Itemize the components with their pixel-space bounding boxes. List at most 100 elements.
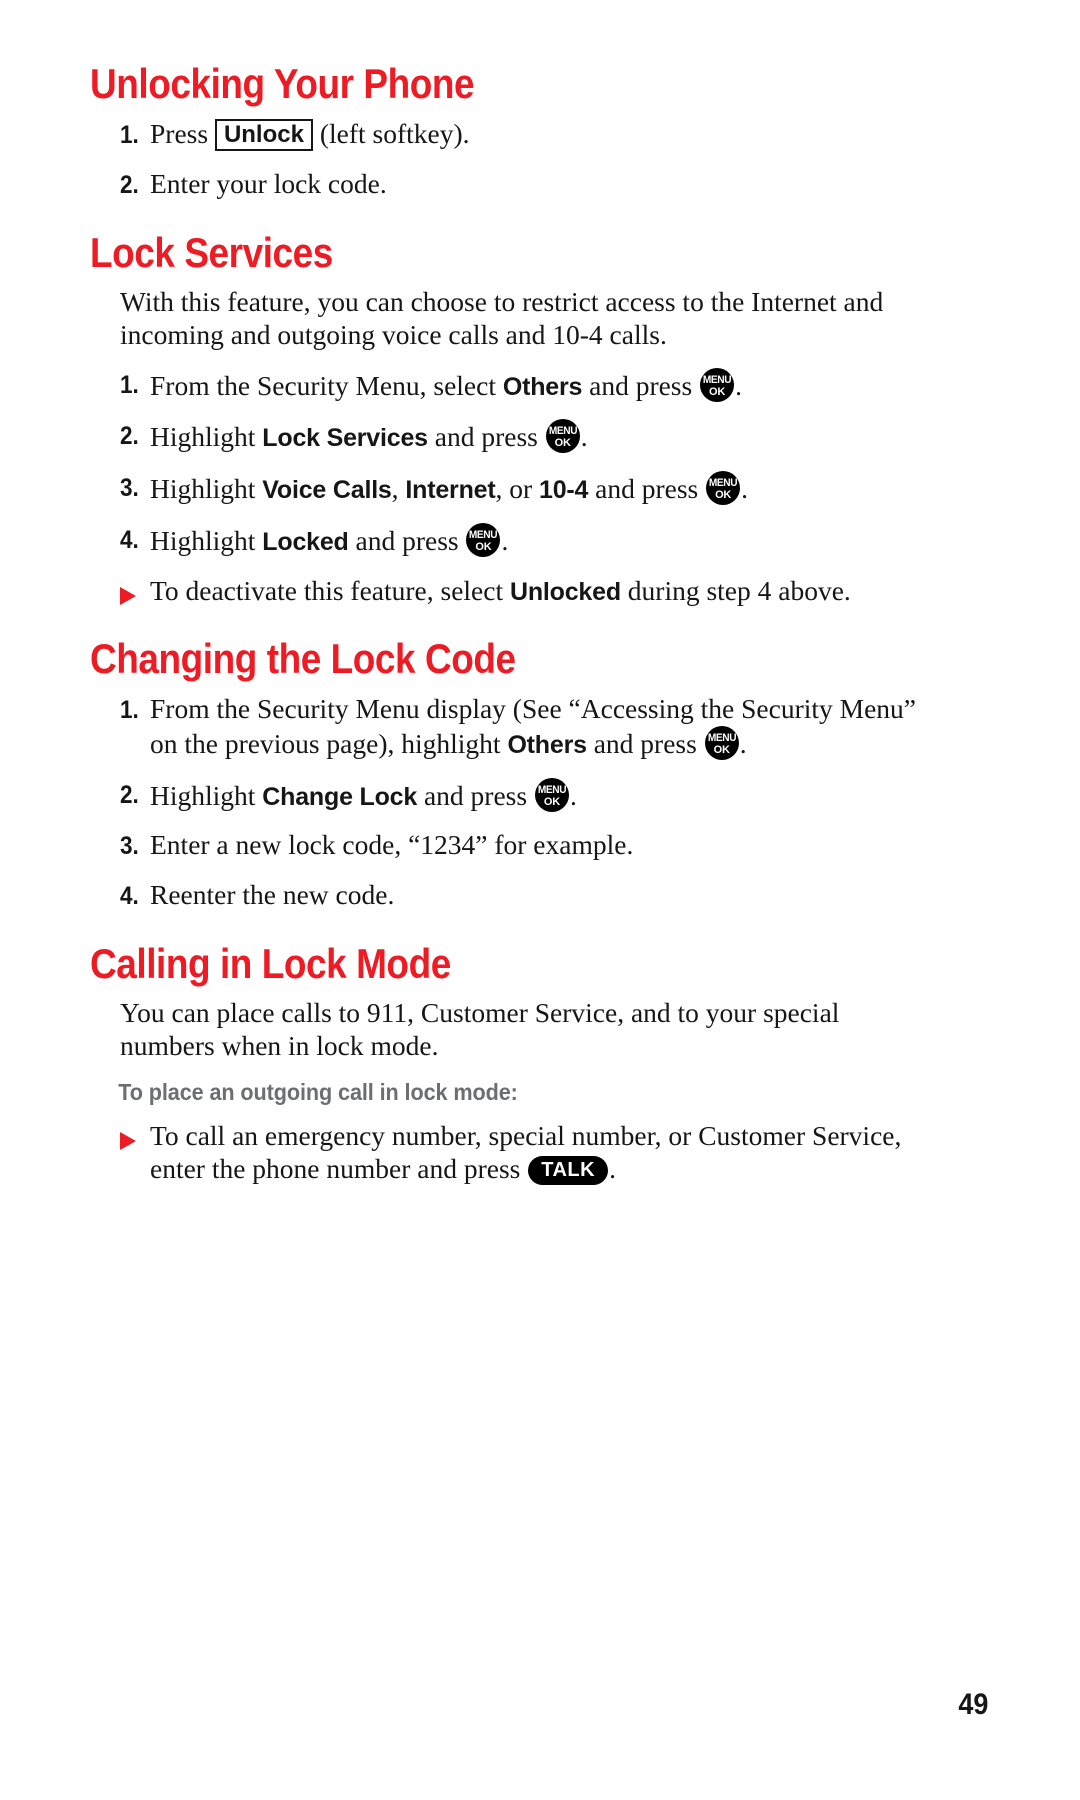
step-text-pre: Highlight <box>150 473 256 505</box>
list-item: 4. Highlight Locked and press MENU OK. <box>90 522 920 558</box>
menu-ok-key-bottom: OK <box>709 385 726 398</box>
menu-ok-key-top: MENU <box>537 783 567 796</box>
step-number: 2. <box>120 780 139 809</box>
step-text: Highlight Locked and press MENU OK. <box>150 522 920 558</box>
list-item: 3. Highlight Voice Calls, Internet, or 1… <box>90 471 920 506</box>
ui-label-locked: Locked <box>262 527 349 556</box>
heading-unlocking-your-phone: Unlocking Your Phone <box>90 60 475 107</box>
manual-page: Unlocking Your Phone 1. Press Unlock (le… <box>0 0 1080 1800</box>
triangle-bullet-icon <box>120 1120 150 1150</box>
step-number: 1. <box>120 370 139 399</box>
step-number: 4. <box>120 882 139 911</box>
bullet-text: To call an emergency number, special num… <box>150 1120 920 1185</box>
menu-ok-key-bottom: OK <box>715 489 732 502</box>
menu-ok-key-top: MENU <box>548 425 578 438</box>
step-number: 3. <box>120 474 139 503</box>
step-text-mid: and press <box>589 369 693 401</box>
step-text-mid: and press <box>595 473 699 505</box>
step-text: From the Security Menu display (See “Acc… <box>150 693 920 760</box>
step-text: Highlight Change Lock and press MENU OK. <box>150 777 920 813</box>
step-text-post: (left softkey). <box>319 117 470 149</box>
bullet-text-post: during step 4 above. <box>627 574 851 606</box>
step-text-mid: and press <box>593 727 697 759</box>
ui-label-lock-services: Lock Services <box>262 424 428 453</box>
list-item: 4. Reenter the new code. <box>90 879 920 912</box>
step-text-post: . <box>580 421 588 453</box>
heading-changing-the-lock-code: Changing the Lock Code <box>90 635 516 683</box>
menu-ok-key-bottom: OK <box>475 540 492 553</box>
step-number: 2. <box>120 170 139 199</box>
lock-services-intro: With this feature, you can choose to res… <box>120 286 884 350</box>
step-text-pre: From the Security Menu, select <box>150 369 496 401</box>
calling-in-lock-mode-intro: You can place calls to 911, Customer Ser… <box>120 997 840 1062</box>
ui-label-others: Others <box>502 372 583 401</box>
talk-key-icon[interactable]: TALK <box>528 1155 609 1185</box>
step-text: Press Unlock (left softkey). <box>150 118 920 151</box>
ui-label-others: Others <box>507 730 587 759</box>
list-item: 2. Highlight Lock Services and press MEN… <box>90 419 920 454</box>
subheading-outgoing-call-lock-mode: To place an outgoing call in lock mode: <box>118 1078 518 1105</box>
ui-label-change-lock: Change Lock <box>262 782 418 811</box>
step-number: 3. <box>120 832 139 861</box>
ui-label-internet: Internet <box>405 476 496 505</box>
bullet-text-pre: To call an emergency number, special num… <box>150 1119 902 1184</box>
steps-lock-services: 1. From the Security Menu, select Others… <box>90 367 920 608</box>
page-number: 49 <box>957 1688 988 1721</box>
step-text-mid: and press <box>434 421 538 453</box>
heading-calling-in-lock-mode: Calling in Lock Mode <box>90 939 451 987</box>
step-number: 2. <box>120 422 139 451</box>
menu-ok-key-top: MENU <box>702 373 732 386</box>
menu-ok-key-bottom: OK <box>554 437 571 450</box>
step-text-mid: and press <box>423 779 528 811</box>
step-number: 4. <box>120 525 139 554</box>
menu-ok-key-top: MENU <box>708 477 738 490</box>
bullet-text: To deactivate this feature, select Unloc… <box>150 575 920 608</box>
step-text-sep: , <box>391 473 399 505</box>
step-text-pre: Highlight <box>150 524 256 556</box>
step-text: Highlight Voice Calls, Internet, or 10-4… <box>150 471 920 506</box>
list-item: To call an emergency number, special num… <box>90 1120 920 1185</box>
menu-ok-key-bottom: OK <box>543 795 560 808</box>
list-item: 1. From the Security Menu, select Others… <box>90 367 920 403</box>
step-text-post: . <box>741 473 748 505</box>
step-text: Reenter the new code. <box>150 879 395 911</box>
bullet-text-post: . <box>609 1152 616 1184</box>
menu-ok-key-top: MENU <box>469 528 498 541</box>
menu-ok-key-top: MENU <box>707 731 737 744</box>
bullet-text-pre: To deactivate this feature, select <box>150 574 504 606</box>
menu-ok-key-icon[interactable]: MENU OK <box>545 419 580 454</box>
list-item: 2. Highlight Change Lock and press MENU O… <box>90 777 920 813</box>
menu-ok-key-icon[interactable]: MENU OK <box>534 777 569 812</box>
step-text-pre: Highlight <box>150 421 256 453</box>
page-content: Unlocking Your Phone 1. Press Unlock (le… <box>90 62 920 1202</box>
step-text-post: . <box>501 524 509 556</box>
ui-label-10-4: 10-4 <box>539 476 589 505</box>
ui-label-voice-calls: Voice Calls <box>262 476 392 505</box>
steps-unlocking-your-phone: 1. Press Unlock (left softkey). 2. Enter… <box>90 118 920 201</box>
list-item: 1. Press Unlock (left softkey). <box>90 118 920 151</box>
step-text-post: . <box>735 369 742 401</box>
menu-ok-key-icon[interactable]: MENU OK <box>704 725 739 760</box>
list-item: 3. Enter a new lock code, “1234” for exa… <box>90 829 920 862</box>
ui-label-unlocked: Unlocked <box>509 577 621 606</box>
step-text: Highlight Lock Services and press MENU OK… <box>150 419 920 454</box>
menu-ok-key-icon[interactable]: MENU OK <box>700 367 735 402</box>
list-item: To deactivate this feature, select Unloc… <box>90 575 920 608</box>
steps-changing-the-lock-code: 1. From the Security Menu display (See “… <box>90 693 920 912</box>
step-text-post: . <box>569 779 577 811</box>
step-text-mid: and press <box>355 524 459 556</box>
menu-ok-key-bottom: OK <box>713 743 730 756</box>
menu-ok-key-icon[interactable]: MENU OK <box>466 522 501 557</box>
menu-ok-key-icon[interactable]: MENU OK <box>706 471 741 506</box>
step-text: Enter a new lock code, “1234” for exampl… <box>150 829 634 861</box>
step-text: Enter your lock code. <box>150 167 387 199</box>
unlock-softkey-label[interactable]: Unlock <box>214 118 313 151</box>
step-text: From the Security Menu, select Others an… <box>150 367 920 403</box>
step-text-pre: Highlight <box>150 779 256 811</box>
step-text-pre: Press <box>150 117 209 149</box>
triangle-bullet-icon <box>120 575 150 605</box>
step-text-post: . <box>739 727 747 759</box>
list-item: 1. From the Security Menu display (See “… <box>90 693 920 760</box>
step-number: 1. <box>120 120 139 149</box>
step-number: 1. <box>120 696 139 725</box>
